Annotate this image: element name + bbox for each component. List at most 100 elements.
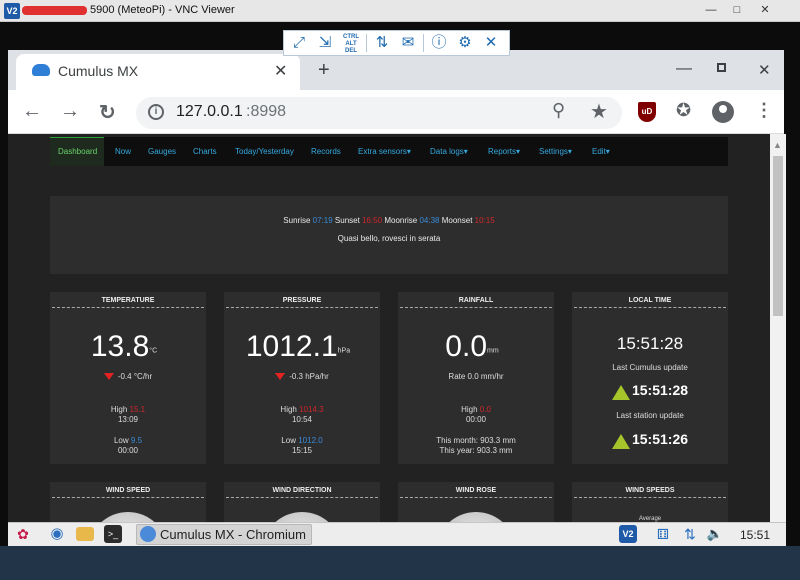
station-update-label: Last station update <box>616 411 684 420</box>
panel-divider <box>52 307 204 308</box>
terminal-icon[interactable]: >_ <box>104 525 122 543</box>
zoom-icon[interactable]: ⚲ <box>552 100 565 121</box>
info-icon[interactable]: ⓘ <box>428 32 450 54</box>
url-host[interactable]: 127.0.0.1 <box>176 103 243 121</box>
browser-maximize-icon[interactable] <box>717 63 726 72</box>
temperature-unit: °C <box>149 347 158 355</box>
wind-speed-panel: WIND SPEED <box>50 482 206 522</box>
scrollbar-thumb[interactable] <box>773 156 783 316</box>
high-label: High <box>280 405 297 414</box>
rain-this-month: This month: 903.3 mm <box>436 436 516 445</box>
ctrl-alt-del-icon[interactable]: CTRL ALT DEL <box>340 32 362 54</box>
station-update-time: 15:51:26 <box>631 431 689 447</box>
tab-close-icon[interactable]: ✕ <box>274 61 287 81</box>
close-icon[interactable]: ✕ <box>480 32 502 54</box>
low-label: Low <box>113 436 129 445</box>
vnc-window-title: 5900 (MeteoPi) - VNC Viewer <box>90 4 235 16</box>
maximize-icon[interactable]: □ <box>726 2 748 18</box>
nav-gauges[interactable]: Gauges <box>148 147 176 156</box>
local-time: 15:51:28 <box>616 334 684 353</box>
cloud-favicon-icon <box>32 64 50 76</box>
site-info-icon[interactable]: i <box>148 104 164 120</box>
low-label: Low <box>281 436 296 445</box>
pressure-low-time: 15:15 <box>291 446 313 455</box>
sunset-label: Sunset <box>334 216 360 225</box>
pressure-trend: -0.3 hPa/hr <box>289 372 329 381</box>
nav-dashboard[interactable]: Dashboard <box>58 147 97 156</box>
extensions-icon[interactable]: ✪ <box>676 100 691 121</box>
browser-minimize-icon[interactable]: — <box>676 60 692 78</box>
high-label: High <box>110 405 128 414</box>
minimize-icon[interactable]: — <box>700 2 722 18</box>
bookmark-star-icon[interactable]: ★ <box>590 99 608 124</box>
sunset-time: 16:50 <box>362 216 383 225</box>
network-icon[interactable]: ⇅ <box>681 525 699 543</box>
wind-direction-panel: WIND DIRECTION <box>224 482 380 522</box>
nav-records[interactable]: Records <box>311 147 341 156</box>
status-ok-icon <box>611 385 630 401</box>
new-tab-icon[interactable]: + <box>318 59 330 82</box>
nav-data-logs[interactable]: Data logs▾ <box>430 147 468 156</box>
pressure-high-time: 10:54 <box>291 415 313 424</box>
panel-divider <box>574 307 726 308</box>
nav-reports[interactable]: Reports▾ <box>488 147 520 156</box>
nav-charts[interactable]: Charts <box>193 147 217 156</box>
moonset-label: Moonset <box>441 216 473 225</box>
panel-title: WIND DIRECTION <box>272 487 332 494</box>
pressure-high: 1014.3 <box>299 405 324 414</box>
panel-divider <box>226 307 378 308</box>
forward-icon[interactable]: → <box>60 100 80 123</box>
panel-title: TEMPERATURE <box>101 297 155 304</box>
toolbar-divider <box>423 34 424 52</box>
back-icon[interactable]: ← <box>22 100 42 123</box>
astro-times: Sunrise 07:19 Sunset 16:50 Moonrise 04:3… <box>50 216 728 225</box>
cumulus-update-label: Last Cumulus update <box>612 363 688 372</box>
fullscreen-icon[interactable]: ⤢ <box>288 32 310 54</box>
file-manager-icon[interactable] <box>76 527 94 541</box>
browser-close-icon[interactable]: ✕ <box>758 61 771 79</box>
rain-rate: Rate 0.0 mm/hr <box>448 372 504 381</box>
nav-settings[interactable]: Settings▾ <box>539 147 572 156</box>
scroll-up-icon[interactable]: ▲ <box>773 140 782 150</box>
raspberry-menu-icon[interactable]: ✿ <box>14 525 32 543</box>
forecast-text: Quasi bello, rovesci in serata <box>337 234 441 243</box>
cumulus-update-time: 15:51:28 <box>631 382 689 398</box>
nav-today-yesterday[interactable]: Today/Yesterday <box>235 147 294 156</box>
chat-icon[interactable]: ✉ <box>397 32 419 54</box>
reload-icon[interactable]: ↻ <box>99 100 116 125</box>
local-time-panel: LOCAL TIME 15:51:28 Last Cumulus update … <box>572 292 728 464</box>
nav-extra-sensors[interactable]: Extra sensors▾ <box>358 147 411 156</box>
transfer-icon[interactable]: ⇅ <box>371 32 393 54</box>
nav-edit[interactable]: Edit▾ <box>592 147 610 156</box>
vnc-floating-toolbar: ⤢ ⇲ CTRL ALT DEL ⇅ ✉ ⓘ ⚙ ✕ <box>283 30 510 56</box>
pressure-low: 1012.0 <box>298 436 323 445</box>
taskbar-clock: 15:51 <box>740 528 771 542</box>
sunrise-time: 07:19 <box>312 216 333 225</box>
browser-menu-icon[interactable]: ⋮ <box>755 100 773 121</box>
panel-title: WIND ROSE <box>455 487 497 494</box>
taskbar-task-label: Cumulus MX - Chromium <box>160 527 306 542</box>
ublock-icon[interactable]: uD <box>638 102 656 122</box>
host-desktop-strip <box>0 546 800 580</box>
nav-now[interactable]: Now <box>115 147 131 156</box>
pressure-value: 1012.1 <box>245 330 338 363</box>
close-window-icon[interactable]: ✕ <box>754 2 776 18</box>
web-browser-icon[interactable]: ◉ <box>48 525 66 543</box>
trend-down-icon <box>275 373 286 381</box>
bluetooth-icon[interactable]: ⚅ <box>654 525 672 543</box>
pressure-unit: hPa <box>337 347 351 355</box>
panel-divider <box>226 497 378 498</box>
wind-rose-gauge <box>436 512 516 522</box>
scale-icon[interactable]: ⇲ <box>314 32 336 54</box>
pressure-panel: PRESSURE 1012.1hPa -0.3 hPa/hr High 1014… <box>224 292 380 464</box>
url-port[interactable]: :8998 <box>246 103 286 121</box>
panel-divider <box>52 497 204 498</box>
vnc-tray-icon[interactable]: V2 <box>619 525 637 543</box>
panel-title: LOCAL TIME <box>628 297 672 304</box>
panel-title: PRESSURE <box>282 297 322 304</box>
panel-title: RAINFALL <box>458 297 494 304</box>
volume-icon[interactable]: 🔈 <box>706 525 724 543</box>
temperature-high-time: 13:09 <box>117 415 139 424</box>
rain-this-year: This year: 903.3 mm <box>439 446 513 455</box>
settings-icon[interactable]: ⚙ <box>454 32 476 54</box>
